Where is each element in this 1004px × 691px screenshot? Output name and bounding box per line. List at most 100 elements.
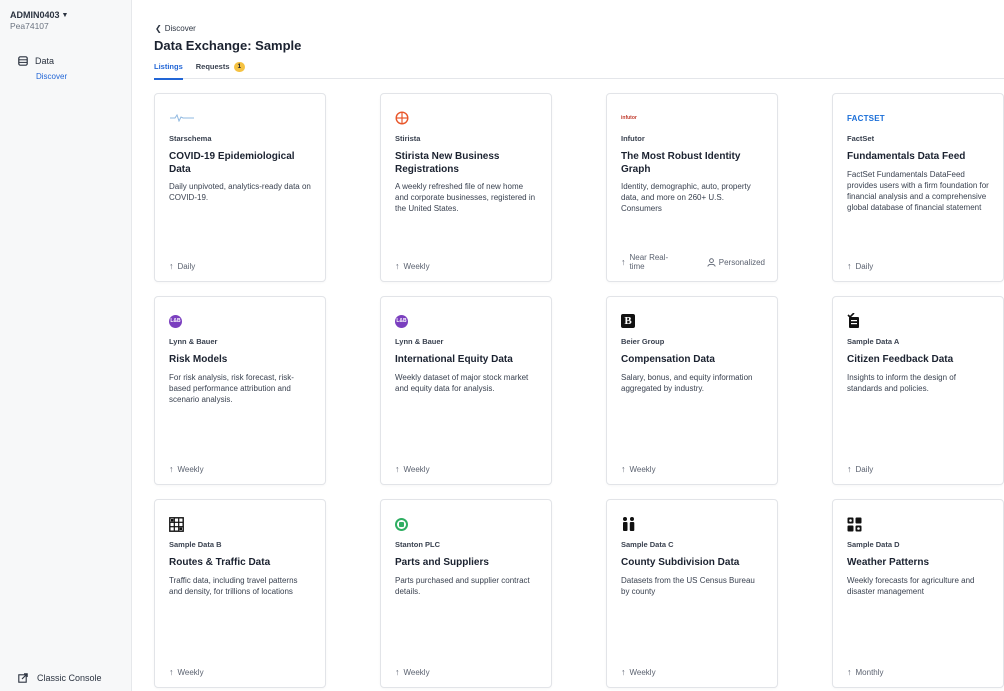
- listing-card[interactable]: Stirista Stirista New Business Registrati…: [380, 93, 552, 282]
- listing-description: Datasets from the US Census Bureau by co…: [621, 575, 755, 596]
- sample-a-logo: [847, 313, 989, 329]
- listing-card[interactable]: L&B Lynn & Bauer Risk Models For risk analy…: [154, 296, 326, 485]
- listing-title: Stirista New Business Registrations: [395, 151, 500, 175]
- update-frequency: Weekly: [403, 668, 430, 677]
- arrow-up-icon: ↑: [621, 464, 626, 474]
- provider-name: Sample Data B: [169, 540, 222, 549]
- listing-card[interactable]: Stanton PLC Parts and Suppliers Parts purc…: [380, 499, 552, 688]
- stanton-logo: [395, 516, 537, 532]
- listing-card[interactable]: Sample Data B Routes & Traffic Data Traffi…: [154, 499, 326, 688]
- sidebar-item-discover[interactable]: Discover: [36, 72, 67, 81]
- listing-card[interactable]: B Beier Group Compensation Data Salary, bon…: [606, 296, 778, 485]
- classic-console-label: Classic Console: [37, 673, 102, 683]
- sidebar: ADMIN0403 ▼ Pea74107 Data Discover Class…: [0, 0, 132, 691]
- update-frequency: Weekly: [403, 465, 430, 474]
- listing-description: Identity, demographic, auto, property da…: [621, 182, 751, 214]
- update-frequency: Near Real-time: [629, 253, 669, 271]
- tab-requests[interactable]: Requests 1: [195, 62, 246, 79]
- listing-card[interactable]: Starschema COVID-19 Epidemiological Data D…: [154, 93, 326, 282]
- sidebar-item-data[interactable]: Data: [18, 56, 54, 66]
- listing-title: Parts and Suppliers: [395, 557, 489, 568]
- provider-name: Sample Data C: [621, 540, 674, 549]
- sidebar-item-label: Data: [35, 56, 55, 66]
- account-name: ADMIN0403: [10, 10, 60, 20]
- update-frequency: Monthly: [855, 668, 884, 677]
- listing-card[interactable]: Sample Data C County Subdivision Data Data…: [606, 499, 778, 688]
- arrow-up-icon: ↑: [395, 261, 400, 271]
- update-frequency: Weekly: [177, 465, 204, 474]
- listing-description: Daily unpivoted, analytics-ready data on…: [169, 182, 311, 203]
- listing-description: Salary, bonus, and equity information ag…: [621, 372, 753, 393]
- listing-description: Parts purchased and supplier contract de…: [395, 575, 530, 596]
- external-link-icon: [18, 673, 28, 683]
- chevron-down-icon: ▼: [61, 11, 69, 19]
- listing-footer: ↑ Daily: [847, 464, 991, 475]
- provider-name: Stanton PLC: [395, 540, 440, 549]
- listing-title: Citizen Feedback Data: [847, 354, 954, 365]
- page-title: Data Exchange: Sample: [154, 38, 302, 53]
- listing-footer: ↑ Weekly: [395, 261, 539, 272]
- listing-title: COVID-19 Epidemiological Data: [169, 151, 295, 175]
- listing-footer: ↑ Weekly: [169, 668, 313, 678]
- arrow-up-icon: ↑: [169, 464, 174, 474]
- provider-name: Infutor: [621, 134, 645, 143]
- listing-description: Weekly dataset of major stock market and…: [395, 372, 529, 393]
- provider-name: Beier Group: [621, 337, 665, 346]
- stirista-logo: [395, 110, 537, 126]
- arrow-up-icon: ↑: [847, 261, 852, 271]
- provider-name: Sample Data D: [847, 540, 900, 549]
- listing-card[interactable]: FACTSET FactSet Fundamentals Data Feed Fact…: [832, 93, 1004, 282]
- listing-footer: ↑ Weekly: [621, 667, 765, 678]
- listing-description: A weekly refreshed file of new home and …: [395, 182, 536, 214]
- arrow-up-icon: ↑: [847, 667, 852, 677]
- arrow-up-icon: ↑: [621, 667, 626, 677]
- listing-title: Compensation Data: [621, 354, 715, 365]
- update-frequency: Daily: [177, 262, 196, 271]
- requests-count-badge: 1: [233, 62, 246, 72]
- listing-footer: ↑ Daily: [169, 262, 313, 272]
- listing-description: For risk analysis, risk forecast, risk-b…: [169, 372, 294, 404]
- listing-card[interactable]: Sample Data D Weather Patterns Weekly fore…: [832, 499, 1004, 688]
- listing-description: FactSet Fundamentals DataFeed provides u…: [847, 169, 989, 213]
- personalized-label: Personalized: [718, 257, 765, 267]
- listing-footer: ↑ Weekly: [395, 465, 539, 475]
- listing-footer: ↑ Weekly: [169, 464, 313, 475]
- lb-logo: L&B: [395, 313, 537, 329]
- arrow-up-icon: ↑: [847, 464, 852, 474]
- listing-card[interactable]: infutor Infutor The Most Robust Identity G…: [606, 93, 778, 282]
- infutor-logo: infutor: [621, 115, 637, 121]
- listing-title: International Equity Data: [395, 354, 513, 365]
- back-link[interactable]: ❮ Discover: [155, 24, 196, 33]
- listing-description: Traffic data, including travel patterns …: [169, 575, 298, 596]
- chevron-left-icon: ❮: [155, 24, 162, 33]
- listing-card[interactable]: L&B Lynn & Bauer International Equity Data…: [380, 296, 552, 485]
- listing-footer: ↑ Monthly: [847, 667, 991, 678]
- listing-footer: ↑ Weekly: [395, 667, 539, 678]
- provider-name: Starschema: [169, 134, 212, 143]
- account-switcher[interactable]: ADMIN0403 ▼ Pea74107: [10, 10, 68, 31]
- sample-c-logo: [621, 516, 763, 532]
- person-icon: [707, 257, 716, 267]
- database-icon: [18, 56, 28, 66]
- back-label: Discover: [164, 24, 196, 33]
- tab-listings[interactable]: Listings: [154, 62, 183, 80]
- lb-logo: L&B: [169, 313, 311, 329]
- sample-b-logo: [169, 516, 311, 532]
- arrow-up-icon: ↑: [621, 256, 626, 267]
- listing-description: Weekly forecasts for agriculture and dis…: [847, 575, 975, 596]
- provider-name: Sample Data A: [847, 337, 900, 346]
- provider-name: FactSet: [847, 134, 875, 143]
- arrow-up-icon: ↑: [395, 667, 400, 677]
- listing-description: Insights to inform the design of standar…: [847, 372, 956, 393]
- listings-grid: Starschema COVID-19 Epidemiological Data D…: [154, 93, 1004, 688]
- tab-requests-label: Requests: [195, 62, 230, 71]
- provider-name: Lynn & Bauer: [169, 337, 218, 346]
- listing-card[interactable]: Sample Data A Citizen Feedback Data Insigh…: [832, 296, 1004, 485]
- sample-d-logo: [847, 516, 989, 532]
- provider-name: Lynn & Bauer: [395, 337, 444, 346]
- classic-console-link[interactable]: Classic Console: [18, 673, 102, 683]
- beier-logo: B: [621, 313, 763, 329]
- tab-bar: Listings Requests 1: [154, 62, 1004, 80]
- update-frequency: Daily: [855, 465, 874, 474]
- listing-title: Weather Patterns: [847, 557, 930, 568]
